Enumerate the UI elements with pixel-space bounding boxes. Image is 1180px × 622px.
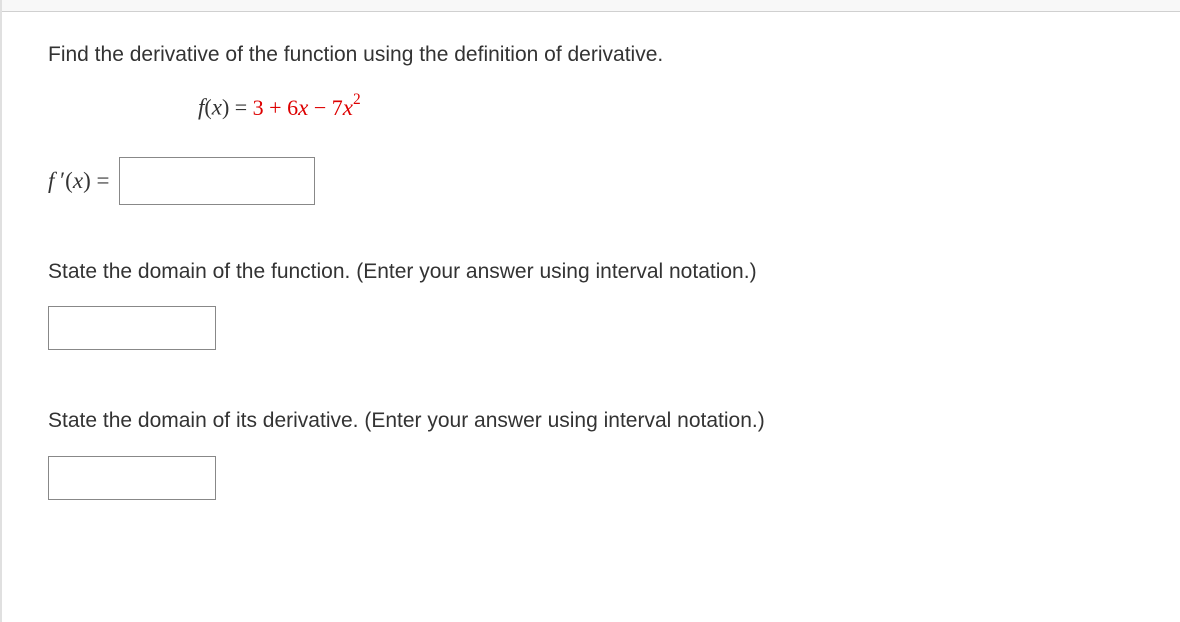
domain-derivative-prompt: State the domain of its derivative. (Ent… — [48, 406, 1160, 435]
domain-derivative-input[interactable] — [48, 456, 216, 500]
domain-function-prompt: State the domain of the function. (Enter… — [48, 257, 1160, 286]
domain-function-input-row — [48, 306, 1160, 350]
rhs-x2: x — [343, 95, 353, 120]
domain-derivative-input-row — [48, 456, 1160, 500]
domain-function-input[interactable] — [48, 306, 216, 350]
derivative-input[interactable] — [119, 157, 315, 205]
fprime-paren: ( — [65, 168, 73, 193]
left-border — [0, 0, 2, 622]
fprime-label: f ′(x) = — [48, 168, 109, 194]
top-border-bar — [0, 0, 1180, 12]
rhs-constant-linear: 3 + 6 — [253, 95, 298, 120]
function-equation: f(x) = 3 + 6x − 7x2 — [48, 93, 1160, 120]
fprime-x: x — [73, 168, 83, 193]
rhs-x1: x — [298, 95, 308, 120]
fprime-prime: ′ — [54, 168, 65, 193]
left-border-inner — [10, 0, 11, 622]
rhs-minus: − — [308, 95, 331, 120]
function-x: x — [212, 95, 222, 120]
paren-open: ( — [204, 95, 211, 120]
question-content: Find the derivative of the function usin… — [0, 12, 1180, 576]
paren-close-equals: ) = — [222, 95, 253, 120]
rhs-exponent: 2 — [353, 91, 361, 108]
fprime-close-equals: ) = — [83, 168, 109, 193]
question-prompt: Find the derivative of the function usin… — [48, 40, 1160, 69]
derivative-answer-row: f ′(x) = — [48, 157, 1160, 205]
rhs-coef7: 7 — [332, 95, 343, 120]
